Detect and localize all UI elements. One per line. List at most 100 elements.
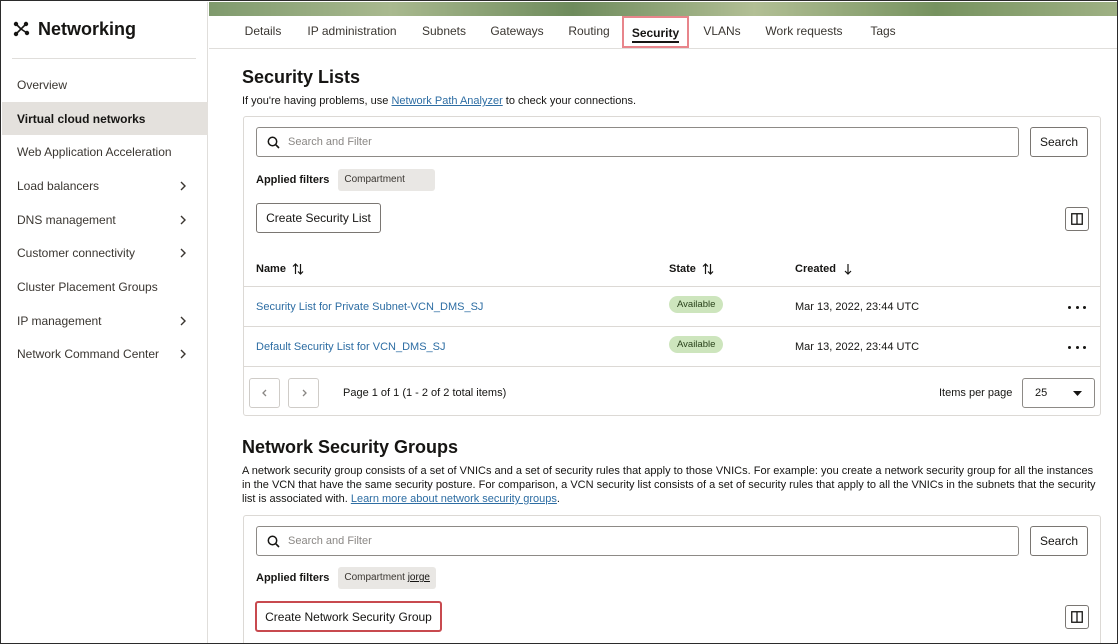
tab-label: Tags xyxy=(870,24,896,38)
tab-security[interactable]: Security xyxy=(622,16,689,48)
sidebar: Networking Overview Virtual cloud networ… xyxy=(2,2,208,643)
sidebar-item-network-command-center[interactable]: Network Command Center xyxy=(2,338,208,372)
security-lists-title: Security Lists xyxy=(242,67,361,87)
nsg-description: A network security group consists of a s… xyxy=(242,464,1097,506)
tab-label: Details xyxy=(244,24,282,38)
column-settings-button[interactable] xyxy=(1065,207,1089,231)
nsg-search[interactable] xyxy=(256,526,1019,556)
search-input[interactable] xyxy=(288,136,988,148)
brand: Networking xyxy=(12,16,136,42)
security-lists-table: Name State Created Security List for Pri… xyxy=(244,251,1100,368)
column-label: Created xyxy=(795,263,836,275)
sidebar-item-label: Web Application Acceleration xyxy=(17,145,172,160)
tab-work-requests[interactable]: Work requests xyxy=(757,16,851,48)
row-actions-menu-button[interactable] xyxy=(1068,299,1086,315)
app-window: Networking Overview Virtual cloud networ… xyxy=(0,0,1118,644)
tab-routing[interactable]: Routing xyxy=(561,16,617,48)
select-value: 25 xyxy=(1035,387,1048,399)
tab-label: VLANs xyxy=(703,24,741,38)
sidebar-item-cluster-placement-groups[interactable]: Cluster Placement Groups xyxy=(2,270,208,304)
tab-tags[interactable]: Tags xyxy=(863,16,903,48)
created-date: Mar 13, 2022, 23:44 UTC xyxy=(795,341,920,353)
filter-value: jorge xyxy=(407,572,430,583)
column-created-header[interactable]: Created xyxy=(795,263,854,275)
caret-down-icon xyxy=(1073,391,1082,396)
sidebar-item-virtual-cloud-networks[interactable]: Virtual cloud networks xyxy=(2,101,208,136)
columns-icon xyxy=(1071,213,1083,225)
networking-icon xyxy=(13,21,30,37)
pagination: Page 1 of 1 (1 - 2 of 2 total items) Ite… xyxy=(244,368,1100,416)
next-page-button[interactable] xyxy=(288,378,319,408)
tab-gateways[interactable]: Gateways xyxy=(485,16,549,48)
security-list-name-link[interactable]: Default Security List for VCN_DMS_SJ xyxy=(256,341,446,353)
divider xyxy=(12,58,196,59)
description-text: . xyxy=(556,493,560,505)
chevron-right-icon xyxy=(180,181,186,191)
tab-label: Subnets xyxy=(421,24,467,38)
main-content: Security Lists If you're having problems… xyxy=(209,50,1117,643)
tab-vlans[interactable]: VLANs xyxy=(699,16,745,48)
column-name-header[interactable]: Name xyxy=(256,263,304,275)
create-security-list-button[interactable]: Create Security List xyxy=(256,203,381,233)
sidebar-item-load-balancers[interactable]: Load balancers xyxy=(2,169,208,203)
sidebar-item-web-application-acceleration[interactable]: Web Application Acceleration xyxy=(2,135,208,169)
chevron-right-icon xyxy=(180,215,186,225)
sidebar-item-label: Customer connectivity xyxy=(17,246,136,261)
tab-label: IP administration xyxy=(307,24,397,38)
sidebar-item-ip-management[interactable]: IP management xyxy=(2,304,208,338)
sidebar-item-label: Network Command Center xyxy=(17,347,160,362)
applied-filters: Applied filters Compartment xyxy=(256,169,436,191)
tab-details[interactable]: Details xyxy=(237,16,289,48)
create-network-security-group-button[interactable]: Create Network Security Group xyxy=(255,601,442,632)
items-per-page-label: Items per page xyxy=(939,387,1013,399)
sort-icon xyxy=(702,263,714,275)
search-input[interactable] xyxy=(288,535,988,547)
search-button[interactable]: Search xyxy=(1030,127,1088,157)
items-per-page-select[interactable]: 25 xyxy=(1022,378,1095,408)
sidebar-item-label: Virtual cloud networks xyxy=(17,111,146,126)
column-settings-button[interactable] xyxy=(1065,605,1089,629)
column-state-header[interactable]: State xyxy=(669,263,714,275)
filter-chip-compartment[interactable]: Compartment xyxy=(338,169,436,191)
search-icon xyxy=(267,535,280,548)
sidebar-item-label: Cluster Placement Groups xyxy=(17,279,158,294)
sort-descending-icon xyxy=(844,264,852,275)
column-label: Name xyxy=(256,263,286,275)
search-button[interactable]: Search xyxy=(1030,526,1088,556)
sidebar-item-label: DNS management xyxy=(17,212,116,227)
applied-filters: Applied filters Compartment jorge xyxy=(256,567,436,589)
chevron-right-icon xyxy=(302,389,307,397)
filter-chip-compartment[interactable]: Compartment jorge xyxy=(338,567,436,589)
chevron-right-icon xyxy=(180,316,186,326)
sidebar-nav: Overview Virtual cloud networks Web Appl… xyxy=(2,68,208,371)
help-text: If you're having problems, use xyxy=(242,95,392,107)
security-list-name-link[interactable]: Security List for Private Subnet-VCN_DMS… xyxy=(256,301,483,313)
network-path-analyzer-link[interactable]: Network Path Analyzer xyxy=(391,95,502,107)
tab-ip-administration[interactable]: IP administration xyxy=(301,16,403,48)
learn-more-nsg-link[interactable]: Learn more about network security groups xyxy=(351,493,557,505)
tab-subnets[interactable]: Subnets xyxy=(415,16,473,48)
row-actions-menu-button[interactable] xyxy=(1068,339,1086,355)
chevron-left-icon xyxy=(261,389,266,397)
sidebar-item-label: Overview xyxy=(17,77,68,92)
tab-bar: Details IP administration Subnets Gatewa… xyxy=(209,16,1117,49)
previous-page-button[interactable] xyxy=(249,378,280,408)
help-text: to check your connections. xyxy=(502,95,637,107)
sidebar-item-label: Load balancers xyxy=(17,178,100,193)
nsg-title: Network Security Groups xyxy=(242,437,459,457)
security-lists-search[interactable] xyxy=(256,127,1019,157)
status-badge: Available xyxy=(669,336,724,353)
status-badge: Available xyxy=(669,296,724,313)
columns-icon xyxy=(1071,611,1083,623)
pagination-info: Page 1 of 1 (1 - 2 of 2 total items) xyxy=(343,387,507,399)
active-tab-indicator xyxy=(632,41,679,43)
header-banner-image xyxy=(209,2,1117,16)
sidebar-item-customer-connectivity[interactable]: Customer connectivity xyxy=(2,236,208,270)
sidebar-item-dns-management[interactable]: DNS management xyxy=(2,203,208,237)
table-row: Default Security List for VCN_DMS_SJ Ava… xyxy=(244,328,1100,367)
security-lists-help: If you're having problems, use Network P… xyxy=(242,94,636,108)
table-row: Security List for Private Subnet-VCN_DMS… xyxy=(244,288,1100,327)
tab-label: Security xyxy=(631,26,680,40)
applied-filters-label: Applied filters xyxy=(256,572,330,584)
sidebar-item-overview[interactable]: Overview xyxy=(2,68,208,102)
